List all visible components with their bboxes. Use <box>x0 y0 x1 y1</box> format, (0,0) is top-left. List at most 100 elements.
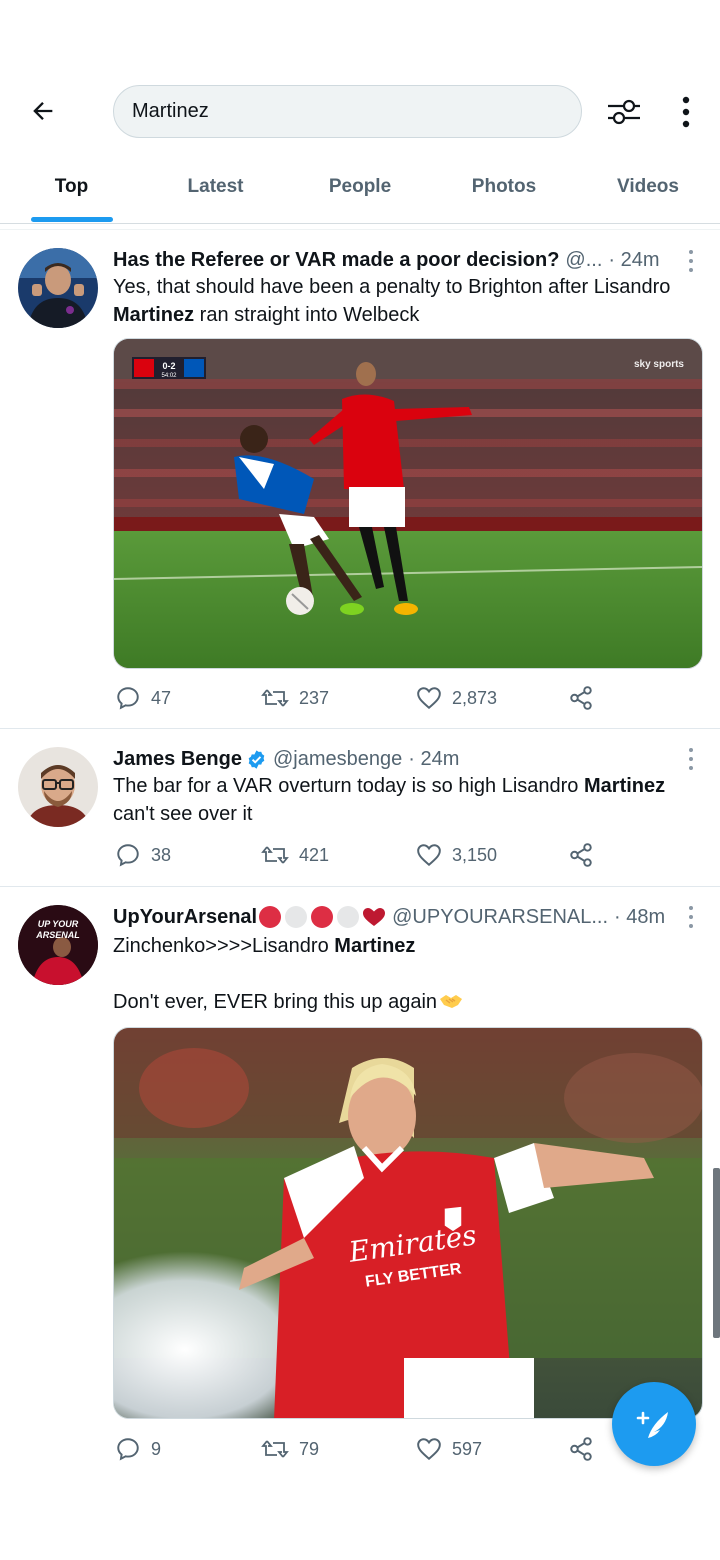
reply-icon <box>117 844 139 867</box>
tweet-header: James Benge @jamesbenge · 24m <box>113 744 700 774</box>
tab-people[interactable]: People <box>288 160 432 222</box>
tweet-actions: 47 237 2,873 <box>113 682 613 714</box>
broadcaster-logo: sky sports <box>634 359 684 370</box>
tweet-text-part: Don't ever, EVER bring this up again <box>113 991 438 1013</box>
tweet-actions: 38 421 3,150 <box>113 839 613 871</box>
tab-top[interactable]: Top <box>0 160 143 222</box>
reply-button[interactable]: 47 <box>115 682 171 714</box>
tweet-card[interactable]: Has the Referee or VAR made a poor decis… <box>0 229 720 729</box>
tweet-time: · 48m <box>614 905 666 928</box>
search-input[interactable]: Martinez <box>113 85 582 138</box>
search-highlight: Martinez <box>584 775 666 797</box>
like-icon <box>417 1438 441 1461</box>
share-icon <box>570 843 592 867</box>
share-button[interactable] <box>568 1433 604 1465</box>
compose-icon <box>636 1411 668 1438</box>
retweet-icon <box>261 1440 289 1458</box>
back-button[interactable] <box>22 90 64 132</box>
retweet-button[interactable]: 79 <box>261 1433 319 1465</box>
retweet-button[interactable]: 421 <box>261 839 329 871</box>
like-count: 597 <box>452 1438 483 1459</box>
search-highlight: Martinez <box>334 935 416 957</box>
tweet-header: Has the Referee or VAR made a poor decis… <box>113 245 700 275</box>
author-name[interactable]: Has the Referee or VAR made a poor decis… <box>113 249 559 272</box>
tweet-text-part: The bar for a VAR overturn today is so h… <box>113 775 584 797</box>
avatar[interactable] <box>18 747 98 827</box>
name-emoji-decoration <box>258 905 386 929</box>
like-button[interactable]: 2,873 <box>416 682 497 714</box>
author-handle[interactable]: @UPYOURARSENAL... <box>392 906 608 929</box>
search-highlight: Martinez <box>113 304 195 326</box>
tweet-more-icon[interactable] <box>686 746 696 772</box>
back-arrow-icon <box>33 102 53 120</box>
share-icon <box>570 1437 592 1461</box>
tweet-text: Zinchenko>>>>Lisandro Martinez Don't eve… <box>113 932 700 1019</box>
scoreboard-score: 0-2 <box>162 361 175 371</box>
like-button[interactable]: 597 <box>416 1433 482 1465</box>
svg-text:UP YOUR: UP YOUR <box>38 919 79 929</box>
more-options-button[interactable] <box>666 90 706 134</box>
tweet-text: Yes, that should have been a penalty to … <box>113 273 700 329</box>
tab-videos[interactable]: Videos <box>576 160 720 222</box>
tweet-text-part: Yes, that should have been a penalty to … <box>113 276 671 298</box>
author-handle[interactable]: @... <box>565 249 602 272</box>
tweet-more-icon[interactable] <box>686 904 696 930</box>
reply-icon <box>117 1438 139 1461</box>
reply-button[interactable]: 38 <box>115 839 171 871</box>
search-header: Martinez <box>0 84 720 138</box>
reply-count: 38 <box>151 844 172 865</box>
retweet-button[interactable]: 237 <box>261 682 329 714</box>
tab-videos-label: Videos <box>617 176 679 197</box>
like-count: 2,873 <box>452 687 498 708</box>
tweet-text: The bar for a VAR overturn today is so h… <box>113 772 700 828</box>
reply-icon <box>117 687 139 710</box>
tab-photos[interactable]: Photos <box>432 160 576 222</box>
tab-latest-label: Latest <box>187 176 244 197</box>
scrollbar-thumb[interactable] <box>713 1168 720 1338</box>
compose-tweet-button[interactable] <box>612 1382 696 1466</box>
author-handle[interactable]: @jamesbenge <box>273 748 402 771</box>
retweet-icon <box>261 846 289 864</box>
like-icon <box>417 844 441 867</box>
handshake-emoji-icon <box>439 991 463 1019</box>
tweet-actions: 9 79 597 <box>113 1433 613 1465</box>
tweet-time: · 24m <box>408 747 460 770</box>
more-vertical-icon <box>682 96 690 128</box>
tweet-image[interactable]: 0-2 54:02 sky sports <box>113 338 703 669</box>
retweet-icon <box>261 689 289 707</box>
avatar[interactable] <box>18 248 98 328</box>
tweet-text-part: can't see over it <box>113 803 253 825</box>
retweet-count: 421 <box>299 844 330 865</box>
scoreboard-clock: 54:02 <box>161 373 177 379</box>
retweet-count: 79 <box>299 1438 320 1459</box>
share-button[interactable] <box>568 682 604 714</box>
svg-text:ARSENAL: ARSENAL <box>35 930 80 940</box>
tweet-card[interactable]: James Benge @jamesbenge · 24m The bar fo… <box>0 729 720 887</box>
tab-latest[interactable]: Latest <box>143 160 288 222</box>
tweet-time: · 24m <box>608 248 660 271</box>
share-icon <box>570 686 592 710</box>
tweet-more-icon[interactable] <box>686 248 696 274</box>
tab-photos-label: Photos <box>471 176 537 197</box>
like-count: 3,150 <box>452 844 498 865</box>
author-name[interactable]: UpYourArsenal <box>113 906 257 929</box>
like-icon <box>417 687 441 710</box>
retweet-count: 237 <box>299 687 330 708</box>
reply-count: 47 <box>151 687 172 708</box>
tab-top-label: Top <box>54 176 89 197</box>
verified-badge-icon <box>246 749 267 770</box>
tweet-text-part: ran straight into Welbeck <box>194 304 420 326</box>
avatar[interactable]: UP YOUR ARSENAL <box>18 905 98 985</box>
tab-people-label: People <box>328 176 392 197</box>
search-filter-button[interactable] <box>602 90 646 134</box>
reply-button[interactable]: 9 <box>115 1433 161 1465</box>
search-query-text: Martinez <box>132 100 209 122</box>
like-button[interactable]: 3,150 <box>416 839 497 871</box>
reply-count: 9 <box>151 1438 162 1459</box>
active-tab-indicator <box>31 217 113 222</box>
author-name[interactable]: James Benge <box>113 748 242 771</box>
share-button[interactable] <box>568 839 604 871</box>
tweet-image[interactable]: Emirates FLY BETTER <box>113 1027 703 1419</box>
tweet-text-part: Zinchenko>>>>Lisandro <box>113 935 335 957</box>
search-tabs: Top Latest People Photos Videos <box>0 160 720 224</box>
